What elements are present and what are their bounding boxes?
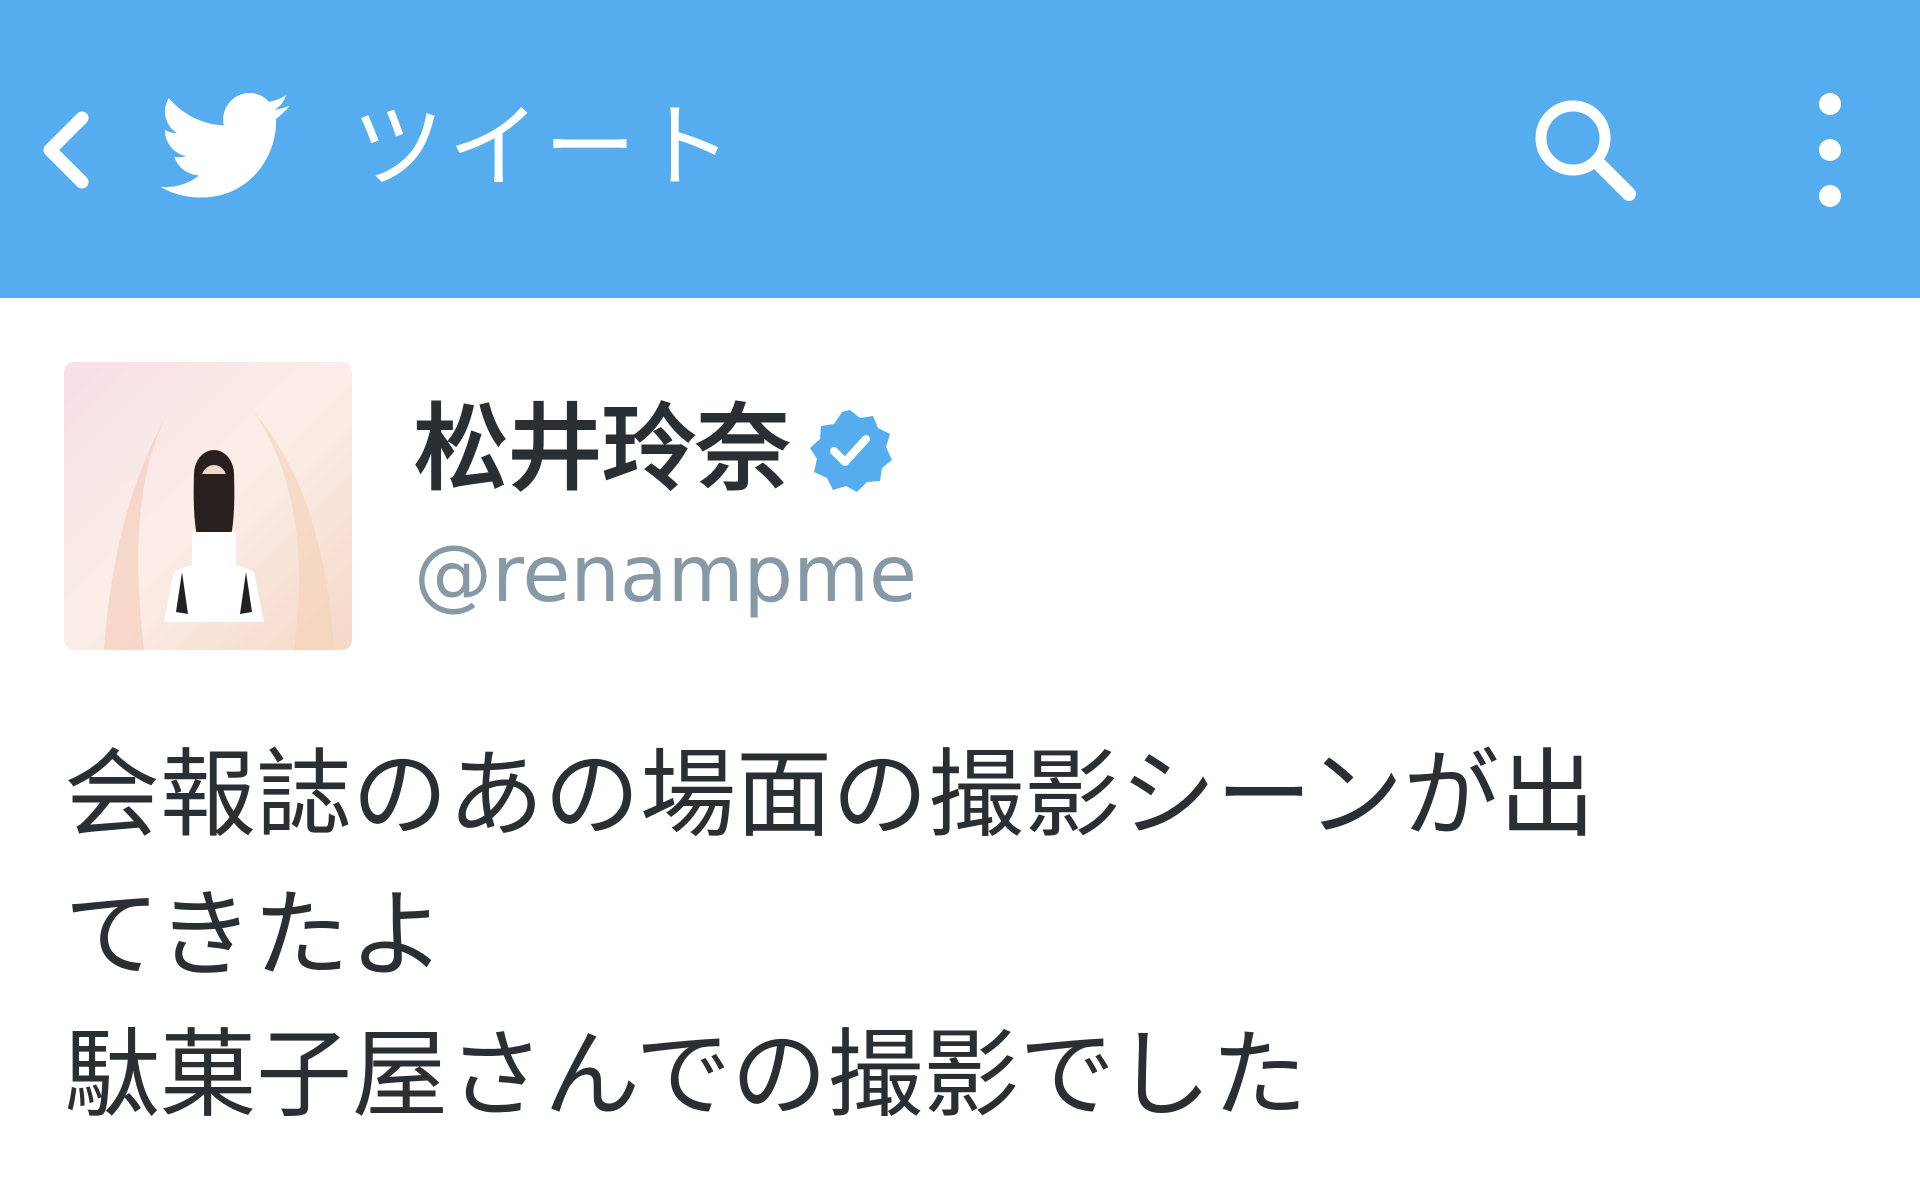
more-options-button[interactable] bbox=[1790, 80, 1870, 220]
avatar-photo bbox=[64, 362, 352, 650]
search-icon bbox=[1535, 100, 1636, 201]
page-title: ツイート bbox=[352, 94, 737, 201]
back-button[interactable] bbox=[30, 100, 100, 200]
author-display-name[interactable]: 松井玲奈 bbox=[414, 395, 790, 505]
chevron-left-icon bbox=[43, 111, 89, 189]
author-handle[interactable]: @renampme bbox=[414, 530, 917, 620]
tweet-text: 会報誌のあの場面の撮影シーンが出 てきたよ 駄菓子屋さんでの撮影でした bbox=[64, 739, 1596, 1131]
twitter-bird-icon bbox=[160, 93, 290, 198]
avatar[interactable] bbox=[64, 362, 352, 650]
verified-badge-icon bbox=[810, 410, 893, 492]
author-name-row[interactable]: 松井玲奈 bbox=[414, 395, 893, 505]
app-bar: ツイート bbox=[0, 0, 1920, 298]
more-vertical-icon bbox=[1819, 93, 1841, 207]
search-button[interactable] bbox=[1520, 90, 1650, 210]
